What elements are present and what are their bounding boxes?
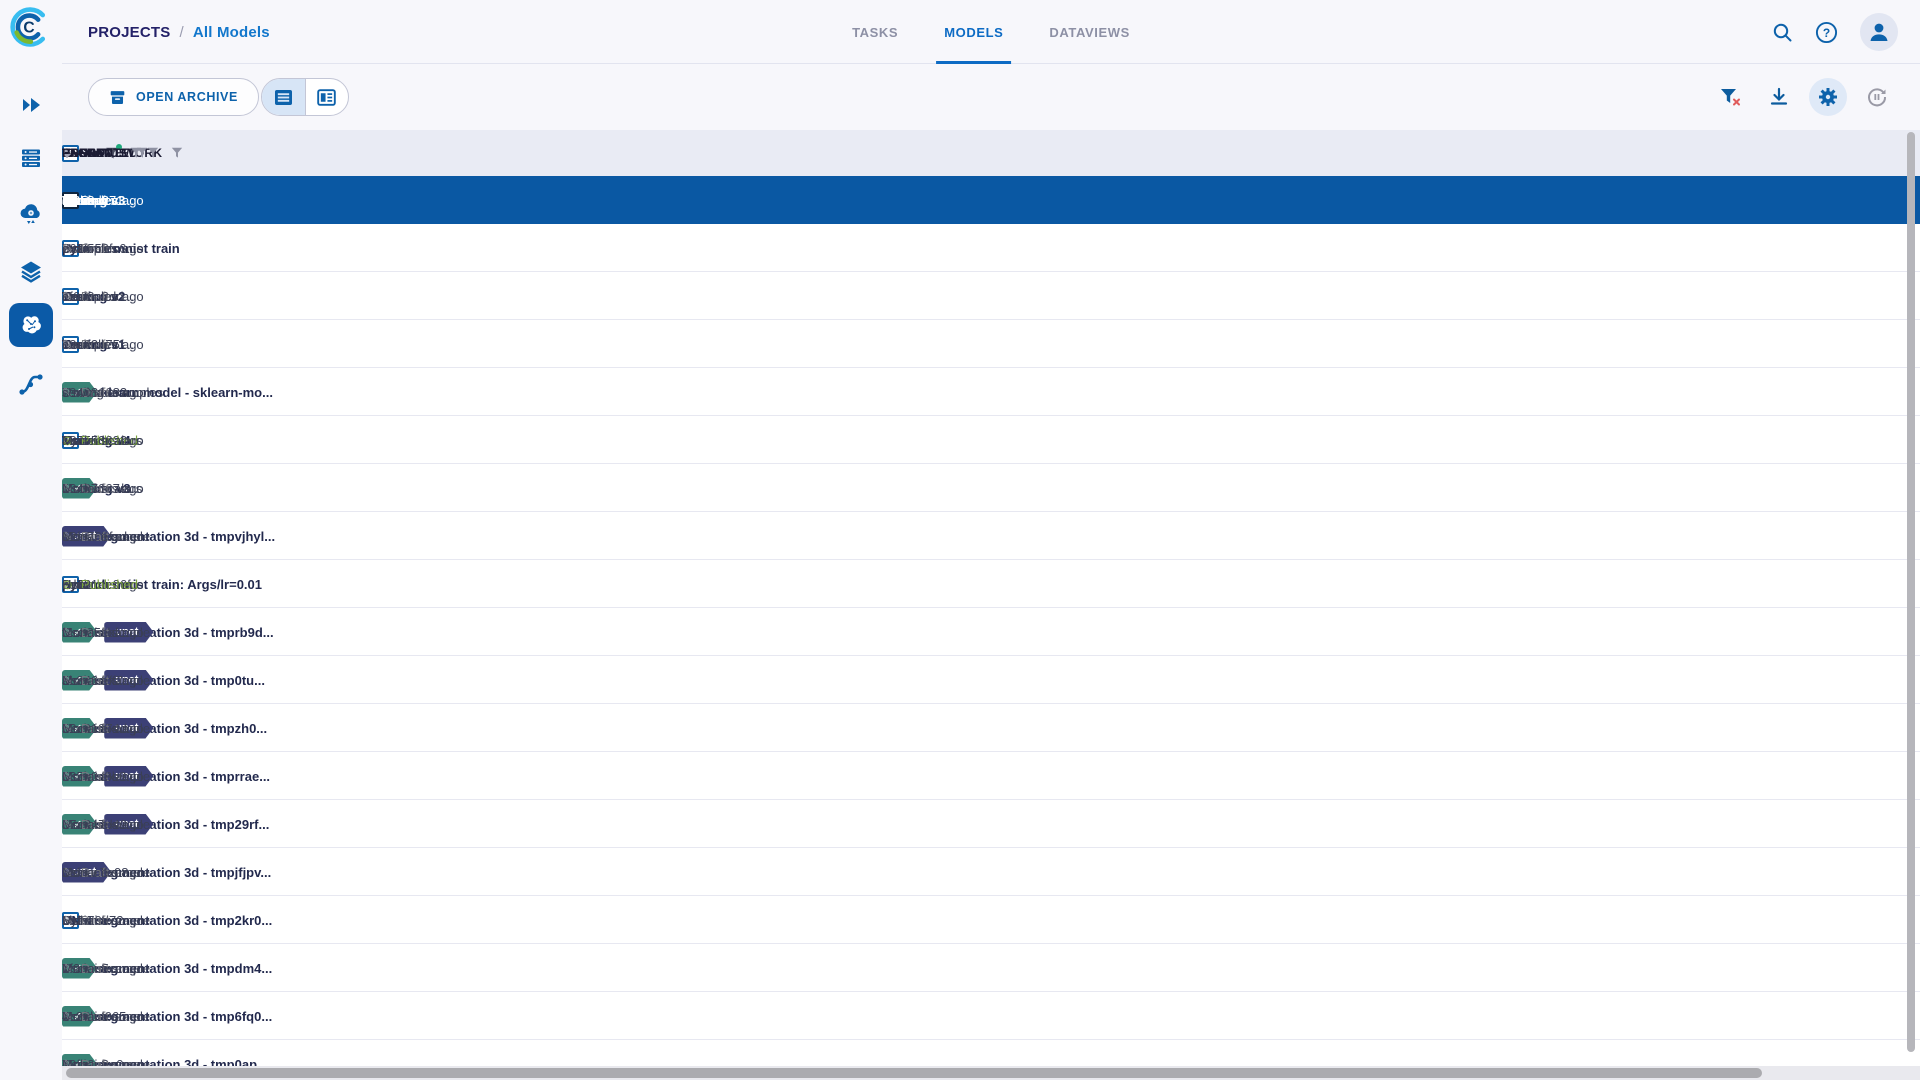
cell-project: Monai example <box>62 800 150 848</box>
breadcrumb-current[interactable]: All Models <box>193 24 270 41</box>
svg-text:?: ? <box>1823 25 1830 39</box>
table-row[interactable]: PyTorch UNet segmentation 3d - tmprrae..… <box>62 752 1920 800</box>
table-row[interactable]: PyTorch Training v3 ✓ 5 minutes ago User… <box>62 464 1920 512</box>
table-row[interactable]: PyTorch UNet segmentation 3d - tmp0tu...… <box>62 656 1920 704</box>
cell-project: Monai example <box>62 704 150 752</box>
table-row[interactable]: Keras Testing v2 5 minutes ago User af6d… <box>62 272 1920 320</box>
cell-project: Monai example <box>62 752 150 800</box>
pipelines-icon[interactable] <box>16 369 46 399</box>
clear-filters-icon[interactable] <box>1711 78 1749 116</box>
view-mode-toggle <box>261 78 349 116</box>
cell-project: Model scalars <box>62 416 142 464</box>
table-row[interactable]: PyTorch UNet segmentation 3d - tmpvjhyl.… <box>62 512 1920 560</box>
cell-project: Monai example <box>62 944 150 992</box>
archive-icon <box>109 89 126 106</box>
cell-project: examples <box>62 272 118 320</box>
filter-project-icon[interactable] <box>130 147 142 159</box>
tab-models[interactable]: MODELS <box>944 0 1003 64</box>
expand-chevrons-icon[interactable] <box>16 90 46 120</box>
horizontal-scrollbar <box>62 1066 1920 1080</box>
filter-updated-icon[interactable] <box>147 147 159 159</box>
cell-project: Monai example <box>62 896 150 944</box>
tab-dataviews[interactable]: DATAVIEWS <box>1049 0 1130 64</box>
top-header-bar: PROJECTS / All Models TASKS MODELS DATAV… <box>62 0 1920 64</box>
datasets-icon[interactable] <box>16 256 46 286</box>
table-header: FRAMEWORK NAME TAGS UPDATED USER ID STAT… <box>62 130 1920 176</box>
breadcrumb-separator: / <box>179 24 183 41</box>
cell-project: examples <box>62 176 118 224</box>
card-view-icon[interactable] <box>305 79 348 115</box>
workers-queues-icon[interactable] <box>16 143 46 173</box>
table-row[interactable]: PyTorch UNet segmentation 3d - tmpjfjpv.… <box>62 848 1920 896</box>
table-row[interactable]: PyTorch UNet segmentation 3d - tmprb9d..… <box>62 608 1920 656</box>
table-row[interactable]: ScikitLearn train sklearn model - sklear… <box>62 368 1920 416</box>
cell-project: Hpo <box>62 560 86 608</box>
column-project[interactable]: PROJECT <box>62 146 121 160</box>
table-row[interactable]: PyTorch UNet segmentation 3d - tmp2kr0..… <box>62 896 1920 944</box>
cell-project: Model scalars <box>62 464 142 512</box>
open-archive-label: OPEN ARCHIVE <box>136 90 238 104</box>
clearml-logo[interactable]: C <box>7 5 51 49</box>
table-view-icon[interactable] <box>262 79 305 115</box>
help-icon[interactable]: ? <box>1815 21 1838 44</box>
cell-project: Monai example <box>62 848 150 896</box>
cell-project: examples <box>62 224 118 272</box>
table-row[interactable]: PyTorch Training v4 5 minutes ago User 4… <box>62 416 1920 464</box>
breadcrumb: PROJECTS / All Models <box>88 0 270 64</box>
table-row[interactable]: Keras Tetsing v3 5 minutes ago User af2b… <box>62 176 1920 224</box>
user-avatar[interactable] <box>1860 13 1898 51</box>
cloud-autoscaler-icon[interactable] <box>16 199 46 229</box>
cell-project: Monai example <box>62 512 150 560</box>
table-row[interactable]: PyTorch UNet segmentation 3d - tmpdm4...… <box>62 944 1920 992</box>
cell-project: serving examples <box>62 368 163 416</box>
tab-tasks[interactable]: TASKS <box>852 0 898 64</box>
vertical-scrollbar-thumb[interactable] <box>1907 132 1915 1052</box>
left-sidebar: C <box>0 0 62 1080</box>
table-row[interactable]: PyTorch UNet segmentation 3d - tmpzh0...… <box>62 704 1920 752</box>
tab-bar: TASKS MODELS DATAVIEWS <box>852 0 1130 64</box>
svg-text:C: C <box>23 20 34 37</box>
table-row[interactable]: Keras Testing v1 5 minutes ago User b0a9… <box>62 320 1920 368</box>
settings-gear-icon[interactable] <box>1809 78 1847 116</box>
auto-refresh-icon[interactable] <box>1858 78 1896 116</box>
status-text: Published <box>81 577 138 592</box>
cell-project: Monai example <box>62 608 150 656</box>
cell-project: Monai example <box>62 656 150 704</box>
models-toolbar: OPEN ARCHIVE <box>62 64 1920 130</box>
breadcrumb-projects[interactable]: PROJECTS <box>88 24 170 41</box>
open-archive-button[interactable]: OPEN ARCHIVE <box>88 78 259 116</box>
cell-project: examples <box>62 320 118 368</box>
table-row[interactable]: PyTorch UNet segmentation 3d - tmp6fq0..… <box>62 992 1920 1040</box>
search-icon[interactable] <box>1772 22 1793 43</box>
cell-project: Monai example <box>62 992 150 1040</box>
filter-framework-icon[interactable] <box>171 147 183 159</box>
horizontal-scrollbar-thumb[interactable] <box>66 1068 1762 1078</box>
download-icon[interactable] <box>1760 78 1798 116</box>
projects-brain-icon[interactable] <box>9 303 53 347</box>
table-body: Keras Tetsing v3 5 minutes ago User af2b… <box>62 176 1920 1080</box>
table-row[interactable]: PyTorch UNet segmentation 3d - tmp29rf..… <box>62 800 1920 848</box>
table-row[interactable]: PyTorch pytorch mnist train: Args/lr=0.0… <box>62 560 1920 608</box>
table-row[interactable]: PyTorch pytorch mnist train 5 minutes ag… <box>62 224 1920 272</box>
